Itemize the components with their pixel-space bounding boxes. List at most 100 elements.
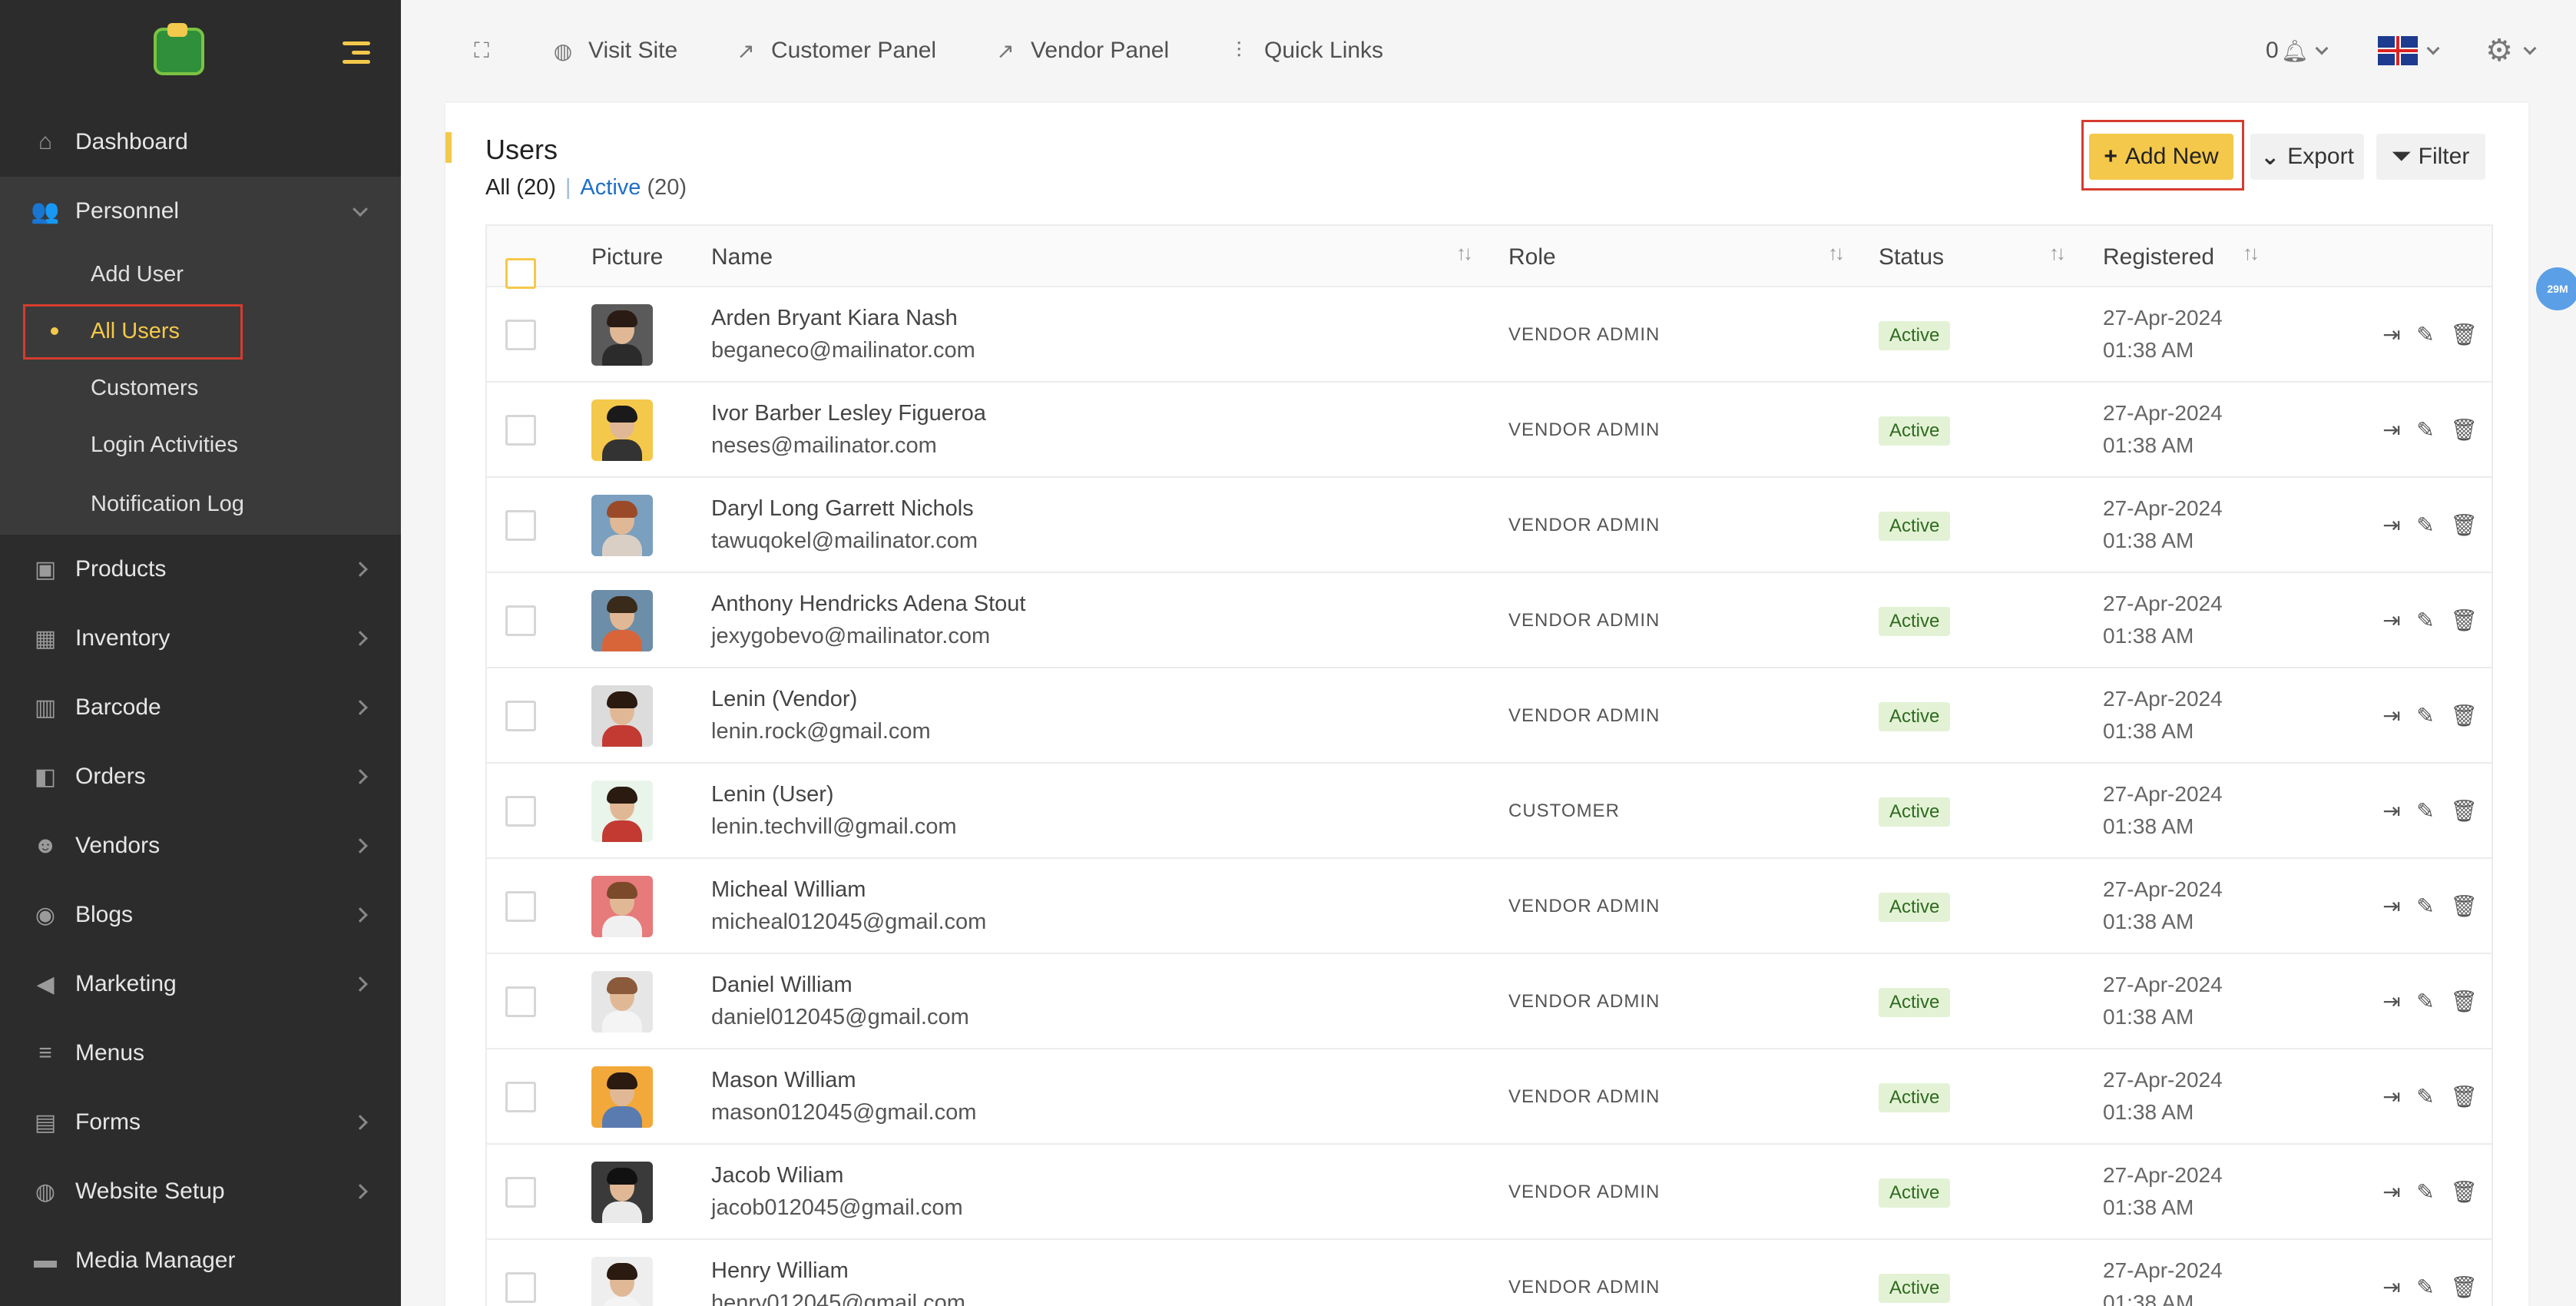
quick-links-button[interactable]: ⫶ Quick Links (1227, 32, 1383, 69)
col-registered[interactable]: Registered (2103, 244, 2214, 270)
edit-icon[interactable]: ✎ (2413, 607, 2438, 633)
export-button[interactable]: ⌄ Export (2250, 134, 2364, 180)
edit-icon[interactable]: ✎ (2413, 416, 2438, 443)
edit-icon[interactable]: ✎ (2413, 893, 2438, 919)
sort-icon[interactable]: ↑↓ (2049, 241, 2066, 265)
brand-logo[interactable] (154, 23, 204, 75)
user-name[interactable]: Micheal William (711, 877, 866, 903)
user-name[interactable]: Arden Bryant Kiara Nash (711, 306, 958, 331)
row-checkbox[interactable] (505, 510, 536, 541)
login-as-icon[interactable]: ⇥ (2379, 988, 2404, 1014)
edit-icon[interactable]: ✎ (2413, 797, 2438, 824)
edit-icon[interactable]: ✎ (2413, 1178, 2438, 1205)
users-table: Picture Name ↑↓ Role ↑↓ Status ↑↓ Regist… (485, 224, 2493, 1306)
sidebar-subitem-all-users[interactable]: All Users (0, 303, 401, 360)
sidebar-item-personnel[interactable]: 👥 Personnel (0, 177, 401, 246)
sort-icon[interactable]: ↑↓ (1456, 241, 1473, 265)
notifications-dropdown[interactable]: 0 🔔︎ (2266, 32, 2329, 69)
add-new-button[interactable]: + Add New (2089, 134, 2233, 180)
edit-icon[interactable]: ✎ (2413, 512, 2438, 538)
login-as-icon[interactable]: ⇥ (2379, 416, 2404, 443)
trash-icon[interactable]: 🗑︎ (2450, 1274, 2478, 1300)
trash-icon[interactable]: 🗑︎ (2450, 512, 2478, 538)
visit-site-link[interactable]: ◍ Visit Site (551, 32, 677, 69)
edit-icon[interactable]: ✎ (2413, 321, 2438, 347)
sidebar-item-marketing[interactable]: ◀ Marketing (0, 950, 401, 1019)
filter-button[interactable]: ⏷ Filter (2376, 134, 2485, 180)
edit-icon[interactable]: ✎ (2413, 702, 2438, 728)
login-as-icon[interactable]: ⇥ (2379, 702, 2404, 728)
row-checkbox[interactable] (505, 320, 536, 350)
customer-panel-link[interactable]: ↗ Customer Panel (734, 32, 936, 69)
edit-icon[interactable]: ✎ (2413, 1274, 2438, 1300)
sidebar-item-vendors[interactable]: ☻ Vendors (0, 811, 401, 880)
login-as-icon[interactable]: ⇥ (2379, 607, 2404, 633)
trash-icon[interactable]: 🗑︎ (2450, 988, 2478, 1014)
edit-icon[interactable]: ✎ (2413, 1083, 2438, 1109)
row-checkbox[interactable] (505, 605, 536, 636)
sidebar-item-inventory[interactable]: ▦ Inventory (0, 604, 401, 673)
filter-all[interactable]: All (20) (485, 175, 556, 200)
fullscreen-button[interactable]: ⛶ (470, 32, 507, 69)
user-name[interactable]: Mason William (711, 1068, 856, 1093)
trash-icon[interactable]: 🗑︎ (2450, 797, 2478, 824)
row-checkbox[interactable] (505, 1082, 536, 1112)
user-name[interactable]: Jacob Wiliam (711, 1163, 843, 1188)
row-checkbox[interactable] (505, 1272, 536, 1303)
sidebar-subitem-customers[interactable]: Customers (0, 360, 401, 416)
sliders-icon: ⫶ (1236, 38, 1242, 62)
login-as-icon[interactable]: ⇥ (2379, 797, 2404, 824)
sidebar-item-menus[interactable]: ≡ Menus (0, 1019, 401, 1088)
sidebar-subitem-notification-log[interactable]: Notification Log (0, 473, 401, 535)
trash-icon[interactable]: 🗑︎ (2450, 893, 2478, 919)
login-as-icon[interactable]: ⇥ (2379, 321, 2404, 347)
sidebar-subitem-login-activities[interactable]: Login Activities (0, 416, 401, 473)
login-as-icon[interactable]: ⇥ (2379, 893, 2404, 919)
language-dropdown[interactable] (2378, 32, 2440, 69)
row-checkbox[interactable] (505, 701, 536, 731)
col-role[interactable]: Role (1508, 244, 1556, 270)
sidebar-item-media-manager[interactable]: ▬ Media Manager (0, 1226, 401, 1295)
user-name[interactable]: Henry William (711, 1258, 849, 1284)
row-checkbox[interactable] (505, 891, 536, 922)
trash-icon[interactable]: 🗑︎ (2450, 1178, 2478, 1205)
sidebar-subitem-add-user[interactable]: Add User (0, 246, 401, 303)
sidebar-item-blogs[interactable]: ◉ Blogs (0, 880, 401, 950)
col-name[interactable]: Name (711, 244, 773, 270)
sort-icon[interactable]: ↑↓ (2243, 241, 2260, 265)
select-all-checkbox[interactable] (505, 258, 536, 289)
sidebar-item-products[interactable]: ▣ Products (0, 535, 401, 604)
user-name[interactable]: Lenin (User) (711, 782, 834, 807)
login-as-icon[interactable]: ⇥ (2379, 1274, 2404, 1300)
login-as-icon[interactable]: ⇥ (2379, 1178, 2404, 1205)
settings-dropdown[interactable]: ⚙ (2484, 32, 2537, 69)
trash-icon[interactable]: 🗑︎ (2450, 702, 2478, 728)
user-name[interactable]: Lenin (Vendor) (711, 687, 857, 712)
row-checkbox[interactable] (505, 415, 536, 446)
vendor-panel-link[interactable]: ↗ Vendor Panel (994, 32, 1169, 69)
user-name[interactable]: Daryl Long Garrett Nichols (711, 496, 974, 522)
row-checkbox[interactable] (505, 796, 536, 827)
user-name[interactable]: Daniel William (711, 973, 853, 998)
row-checkbox[interactable] (505, 986, 536, 1017)
floating-badge[interactable]: 29M (2536, 267, 2576, 310)
trash-icon[interactable]: 🗑︎ (2450, 321, 2478, 347)
col-status[interactable]: Status (1879, 244, 1944, 270)
sidebar-item-forms[interactable]: ▤ Forms (0, 1088, 401, 1157)
sort-icon[interactable]: ↑↓ (1828, 241, 1845, 265)
row-checkbox[interactable] (505, 1177, 536, 1208)
sidebar-item-dashboard[interactable]: ⌂ Dashboard (0, 108, 401, 177)
sidebar-item-orders[interactable]: ◧ Orders (0, 742, 401, 811)
login-as-icon[interactable]: ⇥ (2379, 512, 2404, 538)
user-name[interactable]: Anthony Hendricks Adena Stout (711, 592, 1025, 617)
sidebar-item-website-setup[interactable]: ◍ Website Setup (0, 1157, 401, 1226)
sidebar-item-barcode[interactable]: ▥ Barcode (0, 673, 401, 742)
filter-active[interactable]: Active (20) (580, 175, 687, 200)
trash-icon[interactable]: 🗑︎ (2450, 416, 2478, 443)
login-as-icon[interactable]: ⇥ (2379, 1083, 2404, 1109)
trash-icon[interactable]: 🗑︎ (2450, 1083, 2478, 1109)
menu-toggle-icon[interactable] (343, 41, 370, 65)
edit-icon[interactable]: ✎ (2413, 988, 2438, 1014)
user-name[interactable]: Ivor Barber Lesley Figueroa (711, 401, 986, 426)
trash-icon[interactable]: 🗑︎ (2450, 607, 2478, 633)
